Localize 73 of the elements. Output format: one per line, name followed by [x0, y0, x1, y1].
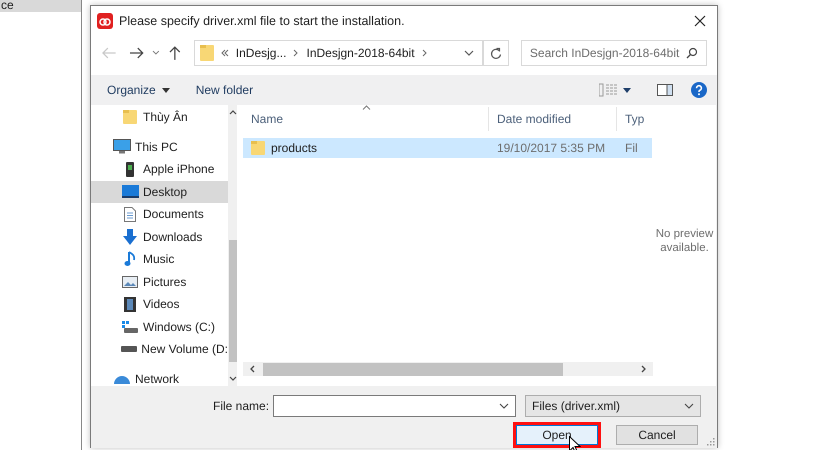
dialog-button[interactable]: Open	[516, 425, 598, 445]
scroll-thumb[interactable]	[228, 240, 236, 362]
tree-item[interactable]: Documents	[91, 203, 228, 226]
scroll-right-icon[interactable]	[641, 365, 647, 373]
app-icon	[97, 13, 113, 29]
tree-item[interactable]: New Volume (D:	[91, 338, 228, 360]
drive-icon	[122, 320, 138, 333]
tree-item[interactable]: Desktop	[91, 180, 228, 203]
file-name-label: File name:	[213, 399, 270, 413]
tree-item[interactable]: Apple iPhone	[91, 158, 228, 180]
help-icon[interactable]	[691, 82, 707, 98]
scrollbar[interactable]	[243, 362, 653, 376]
caret-icon[interactable]	[623, 88, 631, 92]
phone-icon	[126, 162, 134, 177]
dropdown-caret-icon	[684, 403, 694, 409]
dropdown-caret-icon[interactable]	[464, 50, 474, 56]
folder-icon	[251, 140, 265, 156]
folder-icon	[123, 109, 137, 126]
column-header[interactable]: Typ	[617, 107, 652, 131]
tree-item[interactable]: Music	[91, 248, 228, 270]
scroll-up-icon[interactable]	[228, 109, 236, 115]
tree-item[interactable]: Thùy Ân	[91, 106, 228, 128]
picture-icon	[122, 276, 138, 288]
search-icon	[686, 47, 698, 59]
tree-item[interactable]: Videos	[91, 293, 228, 316]
search-field[interactable]: Search InDesjgn-2018-64bit	[520, 40, 707, 66]
new-folder-button[interactable]: New folder	[196, 83, 254, 97]
desktop-icon	[122, 185, 138, 198]
forward-arrow-icon[interactable]	[128, 46, 144, 60]
file-row[interactable]: products 19/10/2017 5:35 PM Fil	[243, 138, 652, 158]
scroll-left-icon[interactable]	[249, 365, 255, 373]
chevron-icon[interactable]	[293, 49, 300, 57]
file-type: Fil	[625, 141, 638, 155]
tree-item[interactable]: Pictures	[91, 270, 228, 293]
download-arrow-icon	[123, 228, 137, 245]
file-name: products	[271, 141, 318, 155]
breadcrumb[interactable]: InDesjg...	[236, 46, 286, 60]
resize-grip-icon[interactable]	[707, 438, 715, 446]
document-icon	[124, 206, 136, 222]
window-title: Please specify driver.xml file to start the installation.	[119, 14, 405, 28]
dropdown-caret-icon[interactable]	[499, 403, 510, 409]
file-name-field[interactable]	[273, 395, 516, 417]
drive-icon	[121, 346, 138, 352]
column-header[interactable]: Name	[243, 107, 489, 131]
tree-item[interactable]: Windows (C:)	[91, 316, 228, 338]
close-icon[interactable]	[693, 14, 707, 28]
folder-icon	[200, 44, 214, 62]
chevron-icon[interactable]	[422, 49, 428, 57]
scroll-thumb[interactable]	[263, 362, 563, 376]
double-chevron-icon[interactable]	[220, 49, 229, 57]
computer-icon	[113, 139, 131, 154]
tree-item[interactable]: Downloads	[91, 226, 228, 248]
tree-item[interactable]: This PC	[91, 136, 228, 158]
organize-button[interactable]: Organize	[107, 83, 170, 97]
up-arrow-icon[interactable]	[168, 45, 182, 61]
address-bar[interactable]: InDesjg... InDesjgn-2018-64bit	[194, 40, 484, 66]
file-type-dropdown[interactable]: Files (driver.xml)	[525, 395, 702, 417]
preview-message: No preview available.	[654, 226, 714, 254]
breadcrumb[interactable]: InDesjgn-2018-64bit	[306, 46, 415, 60]
film-icon	[124, 296, 136, 312]
scroll-down-icon[interactable]	[228, 376, 236, 382]
refresh-button[interactable]	[483, 40, 509, 66]
list-item[interactable]: ce	[0, 0, 81, 12]
date-modified: 19/10/2017 5:35 PM	[497, 141, 606, 155]
music-note-icon	[124, 251, 136, 268]
caret-icon	[162, 88, 170, 92]
sort-caret-icon	[362, 105, 370, 110]
caret-icon[interactable]	[152, 50, 160, 56]
refresh-icon	[490, 46, 502, 60]
tree-item[interactable]: Network	[91, 368, 228, 386]
dialog-button[interactable]: Cancel	[616, 425, 698, 445]
preview-pane-icon[interactable]	[657, 84, 673, 96]
column-header[interactable]: Date modified	[489, 107, 617, 131]
